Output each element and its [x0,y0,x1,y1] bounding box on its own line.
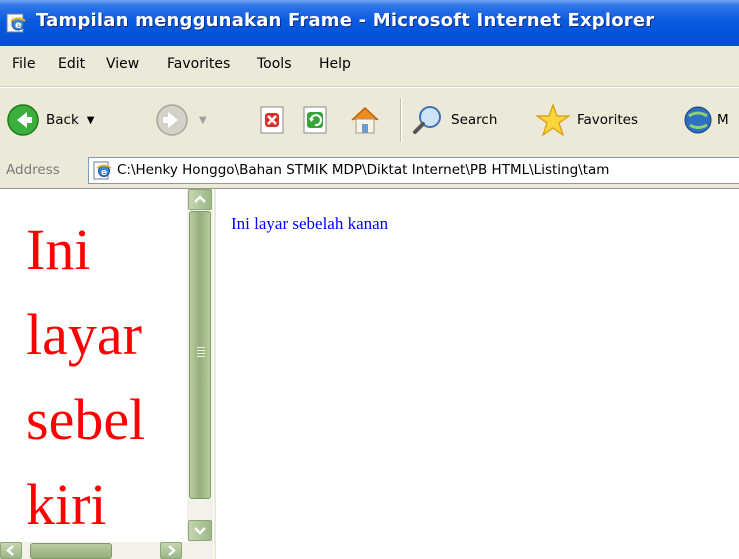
menu-file[interactable]: File [12,56,35,72]
scroll-right-button[interactable] [160,542,182,559]
grip-line [197,347,205,348]
forward-button[interactable]: ▼ [155,102,207,138]
back-button[interactable]: Back ▼ [6,102,94,138]
scroll-down-button[interactable] [188,520,212,541]
search-icon [413,106,441,134]
address-field[interactable]: e C:\Henky Honggo\Bahan STMIK MDP\Diktat… [88,157,739,184]
toolbar-separator [400,98,402,142]
svg-text:e: e [15,20,22,31]
favorites-label: Favorites [577,112,638,128]
forward-arrow-icon [156,104,188,136]
menu-tools[interactable]: Tools [257,56,292,72]
back-label: Back [46,112,79,128]
menu-help[interactable]: Help [319,56,351,72]
search-button[interactable]: Search [411,102,497,138]
menu-view[interactable]: View [106,56,139,72]
scroll-left-button[interactable] [0,542,22,559]
grip-line [197,356,205,357]
chevron-right-icon [168,545,176,556]
left-frame-vertical-scrollbar[interactable] [187,189,213,542]
address-value: C:\Henky Honggo\Bahan STMIK MDP\Diktat I… [117,162,610,178]
media-button[interactable]: M [683,102,729,138]
refresh-button[interactable] [301,102,331,138]
media-icon [684,106,712,134]
menu-favorites[interactable]: Favorites [167,56,230,72]
home-icon [351,106,379,134]
scroll-up-button[interactable] [188,189,212,210]
forward-dropdown-icon[interactable]: ▼ [199,115,207,126]
window-title: Tampilan menggunakan Frame - Microsoft I… [36,10,655,31]
stop-icon [260,106,284,134]
menu-bar: File Edit View Favorites Tools Help [0,46,739,87]
search-label: Search [451,112,498,128]
refresh-icon [303,106,327,134]
home-button[interactable] [348,102,382,138]
address-label: Address [6,162,60,178]
browser-content: Ini layar sebel kiri Ini layar sebelah k… [0,189,739,559]
left-frame[interactable]: Ini layar sebel kiri [0,189,216,559]
ie-page-icon: e [6,13,26,33]
horizontal-scroll-thumb[interactable] [30,543,112,559]
chevron-down-icon [194,527,206,535]
media-label: M [717,112,729,128]
left-frame-text: Ini layar sebel kiri [26,217,146,537]
vertical-scroll-thumb[interactable] [189,211,211,499]
left-frame-horizontal-scrollbar[interactable] [0,542,213,559]
favorites-star-icon [535,103,571,137]
right-frame-text: Ini layar sebelah kanan [231,214,389,233]
back-arrow-icon [7,104,39,136]
grip-line [197,350,205,351]
chevron-left-icon [6,545,14,556]
back-dropdown-icon[interactable]: ▼ [87,115,95,126]
stop-button[interactable] [258,102,288,138]
menu-edit[interactable]: Edit [58,56,85,72]
right-frame[interactable]: Ini layar sebelah kanan [216,189,739,559]
favorites-button[interactable]: Favorites [535,102,638,138]
ie-page-icon: e [93,161,112,180]
grip-line [197,353,205,354]
chevron-up-icon [194,195,206,203]
title-bar[interactable]: e Tampilan menggunakan Frame - Microsoft… [0,0,739,46]
standard-toolbar: Back ▼ ▼ Search Favorites M [0,87,739,153]
svg-text:e: e [101,168,107,178]
address-bar: Address e C:\Henky Honggo\Bahan STMIK MD… [0,152,739,189]
